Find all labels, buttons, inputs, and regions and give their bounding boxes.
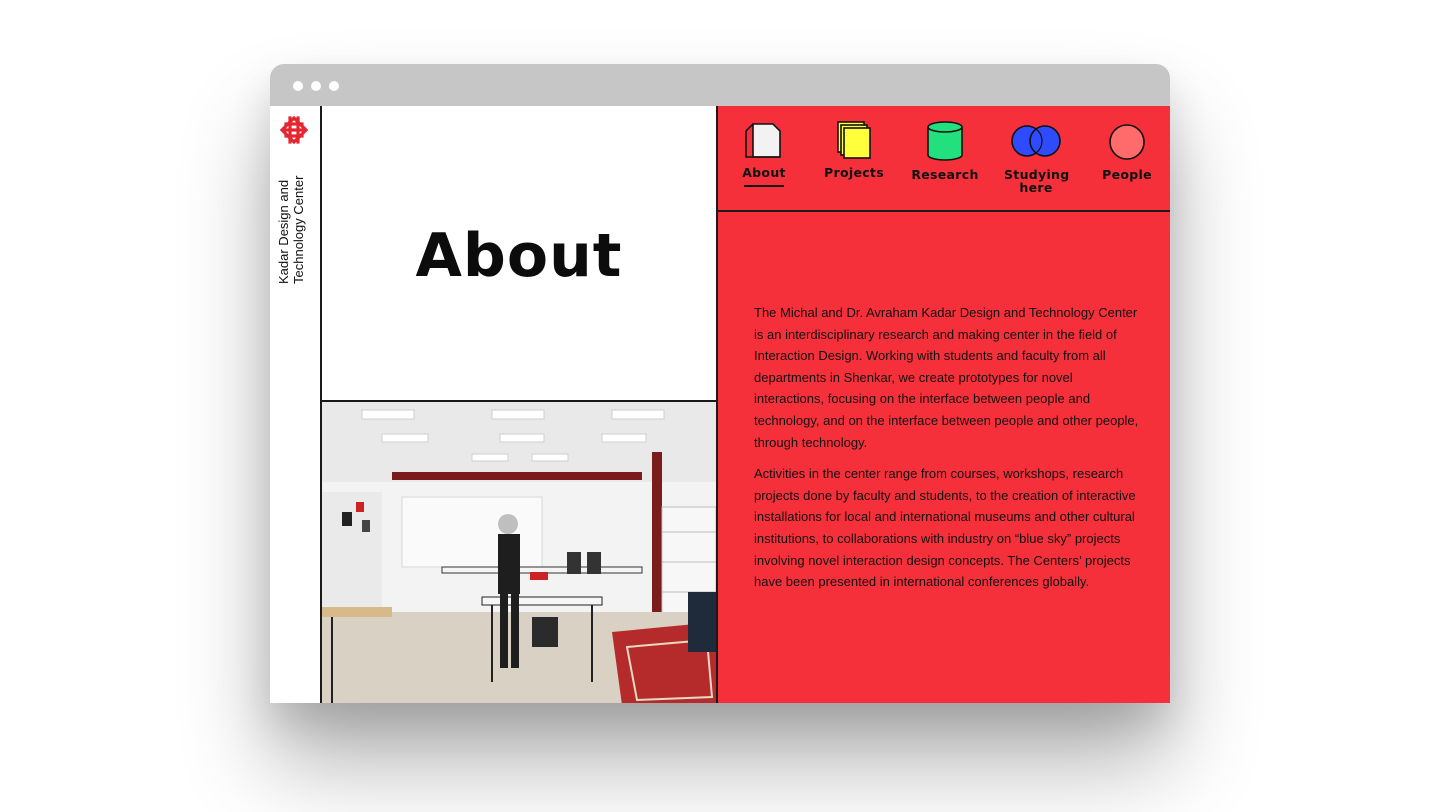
studio-photo xyxy=(322,400,716,703)
cylinder-icon xyxy=(927,121,963,161)
nav-label-projects: Projects xyxy=(824,165,884,180)
page-icon xyxy=(745,123,781,158)
studio-photo-image xyxy=(322,402,716,703)
page-title: About xyxy=(415,221,623,291)
about-text: The Michal and Dr. Avraham Kadar Design … xyxy=(754,302,1144,603)
browser-titlebar xyxy=(270,64,1170,106)
nav-label-studying-here: Studying here xyxy=(1004,167,1070,195)
about-paragraph-2: Activities in the center range from cour… xyxy=(754,466,1136,590)
double-circle-icon xyxy=(1011,125,1061,157)
nav-label-research: Research xyxy=(911,167,979,182)
content-panel: About Projects Research Studying here Pe… xyxy=(718,106,1170,703)
hero-heading-panel: About xyxy=(322,106,716,400)
nav-item-studying-here[interactable]: Studying here xyxy=(994,120,1078,194)
sidebar: Kadar Design and Technology Center xyxy=(270,106,322,703)
nav-item-about[interactable]: About xyxy=(722,120,806,187)
browser-window: Kadar Design and Technology Center About xyxy=(270,64,1170,703)
nav-label-about: About xyxy=(742,165,786,180)
main-nav: About Projects Research Studying here Pe… xyxy=(718,106,1170,212)
window-dot-3[interactable] xyxy=(329,81,339,91)
page-viewport: Kadar Design and Technology Center About xyxy=(270,106,1170,703)
about-paragraph-1: The Michal and Dr. Avraham Kadar Design … xyxy=(754,305,1139,450)
window-dot-2[interactable] xyxy=(311,81,321,91)
nav-item-people[interactable]: People xyxy=(1085,120,1169,181)
nav-label-people: People xyxy=(1102,167,1152,182)
nav-item-research[interactable]: Research xyxy=(903,120,987,181)
site-title-vertical: Kadar Design and Technology Center xyxy=(276,114,306,284)
window-dot-1[interactable] xyxy=(293,81,303,91)
site-title-line-2: Technology Center xyxy=(291,175,306,284)
active-underline xyxy=(744,185,784,187)
nav-item-projects[interactable]: Projects xyxy=(812,120,896,179)
stacked-pages-icon xyxy=(837,121,871,159)
site-title-line-1: Kadar Design and xyxy=(276,179,291,284)
circle-icon xyxy=(1109,124,1145,160)
